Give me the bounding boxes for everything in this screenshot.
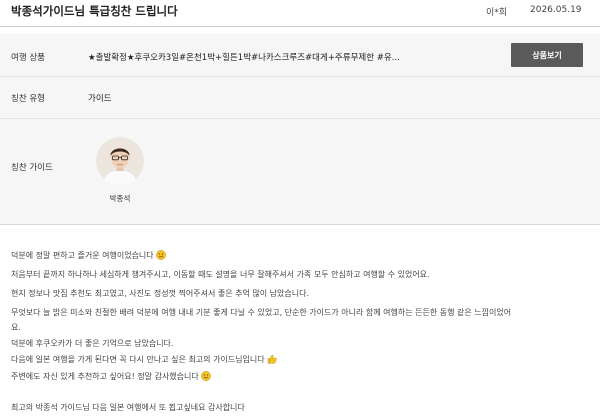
guide-photo-icon [96,137,144,185]
review-line-text: 주변에도 자신 있게 추천하고 싶어요! 정말 감사했습니다 [11,372,199,381]
product-value: ★출발확정★후쿠오카3일#온천1박+힐튼1박#나카스크루즈#대게+주류무제한 #… [88,53,400,63]
praise-guide-label: 칭찬 가이드 [11,163,53,173]
review-header: 박종석가이드님 특급칭찬 드립니다 이*희 2026.05.19 [0,0,600,26]
review-line: 무엇보다 늘 밝은 미소와 친절한 배려 덕분에 여행 내내 기분 좋게 다닐 … [11,308,512,317]
smiling-face-icon [155,250,166,262]
review-line-text: 다음에 일본 여행을 가게 된다면 꼭 다시 만나고 싶은 최고의 가이드님입니… [11,355,265,364]
praise-type-label: 칭찬 유형 [11,94,45,104]
review-line: 요. [11,323,21,332]
info-divider [0,118,600,119]
review-line: 다음에 일본 여행을 가게 된다면 꼭 다시 만나고 싶은 최고의 가이드님입니… [11,354,277,366]
review-date: 2026.05.19 [530,5,582,15]
review-line-text: 덕분에 정말 편하고 즐거운 여행이었습니다 [11,251,154,260]
review-line: 현지 정보나 맛집 추천도 최고였고, 사진도 정성껏 찍어주셔서 좋은 추억 … [11,289,310,298]
review-line: 덕분에 후쿠오카가 더 좋은 기억으로 남았습니다. [11,339,174,348]
thumbs-up-icon [267,354,277,366]
review-line: 처음부터 끝까지 하나하나 세심하게 챙겨주시고, 이동할 때도 설명을 너무 … [11,270,430,279]
header-divider [0,26,600,27]
info-bottom-divider [0,224,600,225]
review-line: 최고의 박종석 가이드님 다음 일본 여행에서 또 뵙고싶네요 감사합니다 [11,403,245,412]
guide-name: 박종석 [109,194,131,203]
praise-type-value: 가이드 [88,94,112,104]
smiling-face-icon [200,371,211,383]
review-title: 박종석가이드님 특급칭찬 드립니다 [11,4,178,18]
guide-avatar [96,137,144,185]
product-label: 여행 상품 [11,53,45,63]
review-line: 덕분에 정말 편하고 즐거운 여행이었습니다 [11,250,166,262]
review-author: 이*희 [486,8,508,18]
info-divider [0,76,600,77]
review-line: 주변에도 자신 있게 추천하고 싶어요! 정말 감사했습니다 [11,371,211,383]
view-product-button[interactable]: 상품보기 [511,43,583,67]
